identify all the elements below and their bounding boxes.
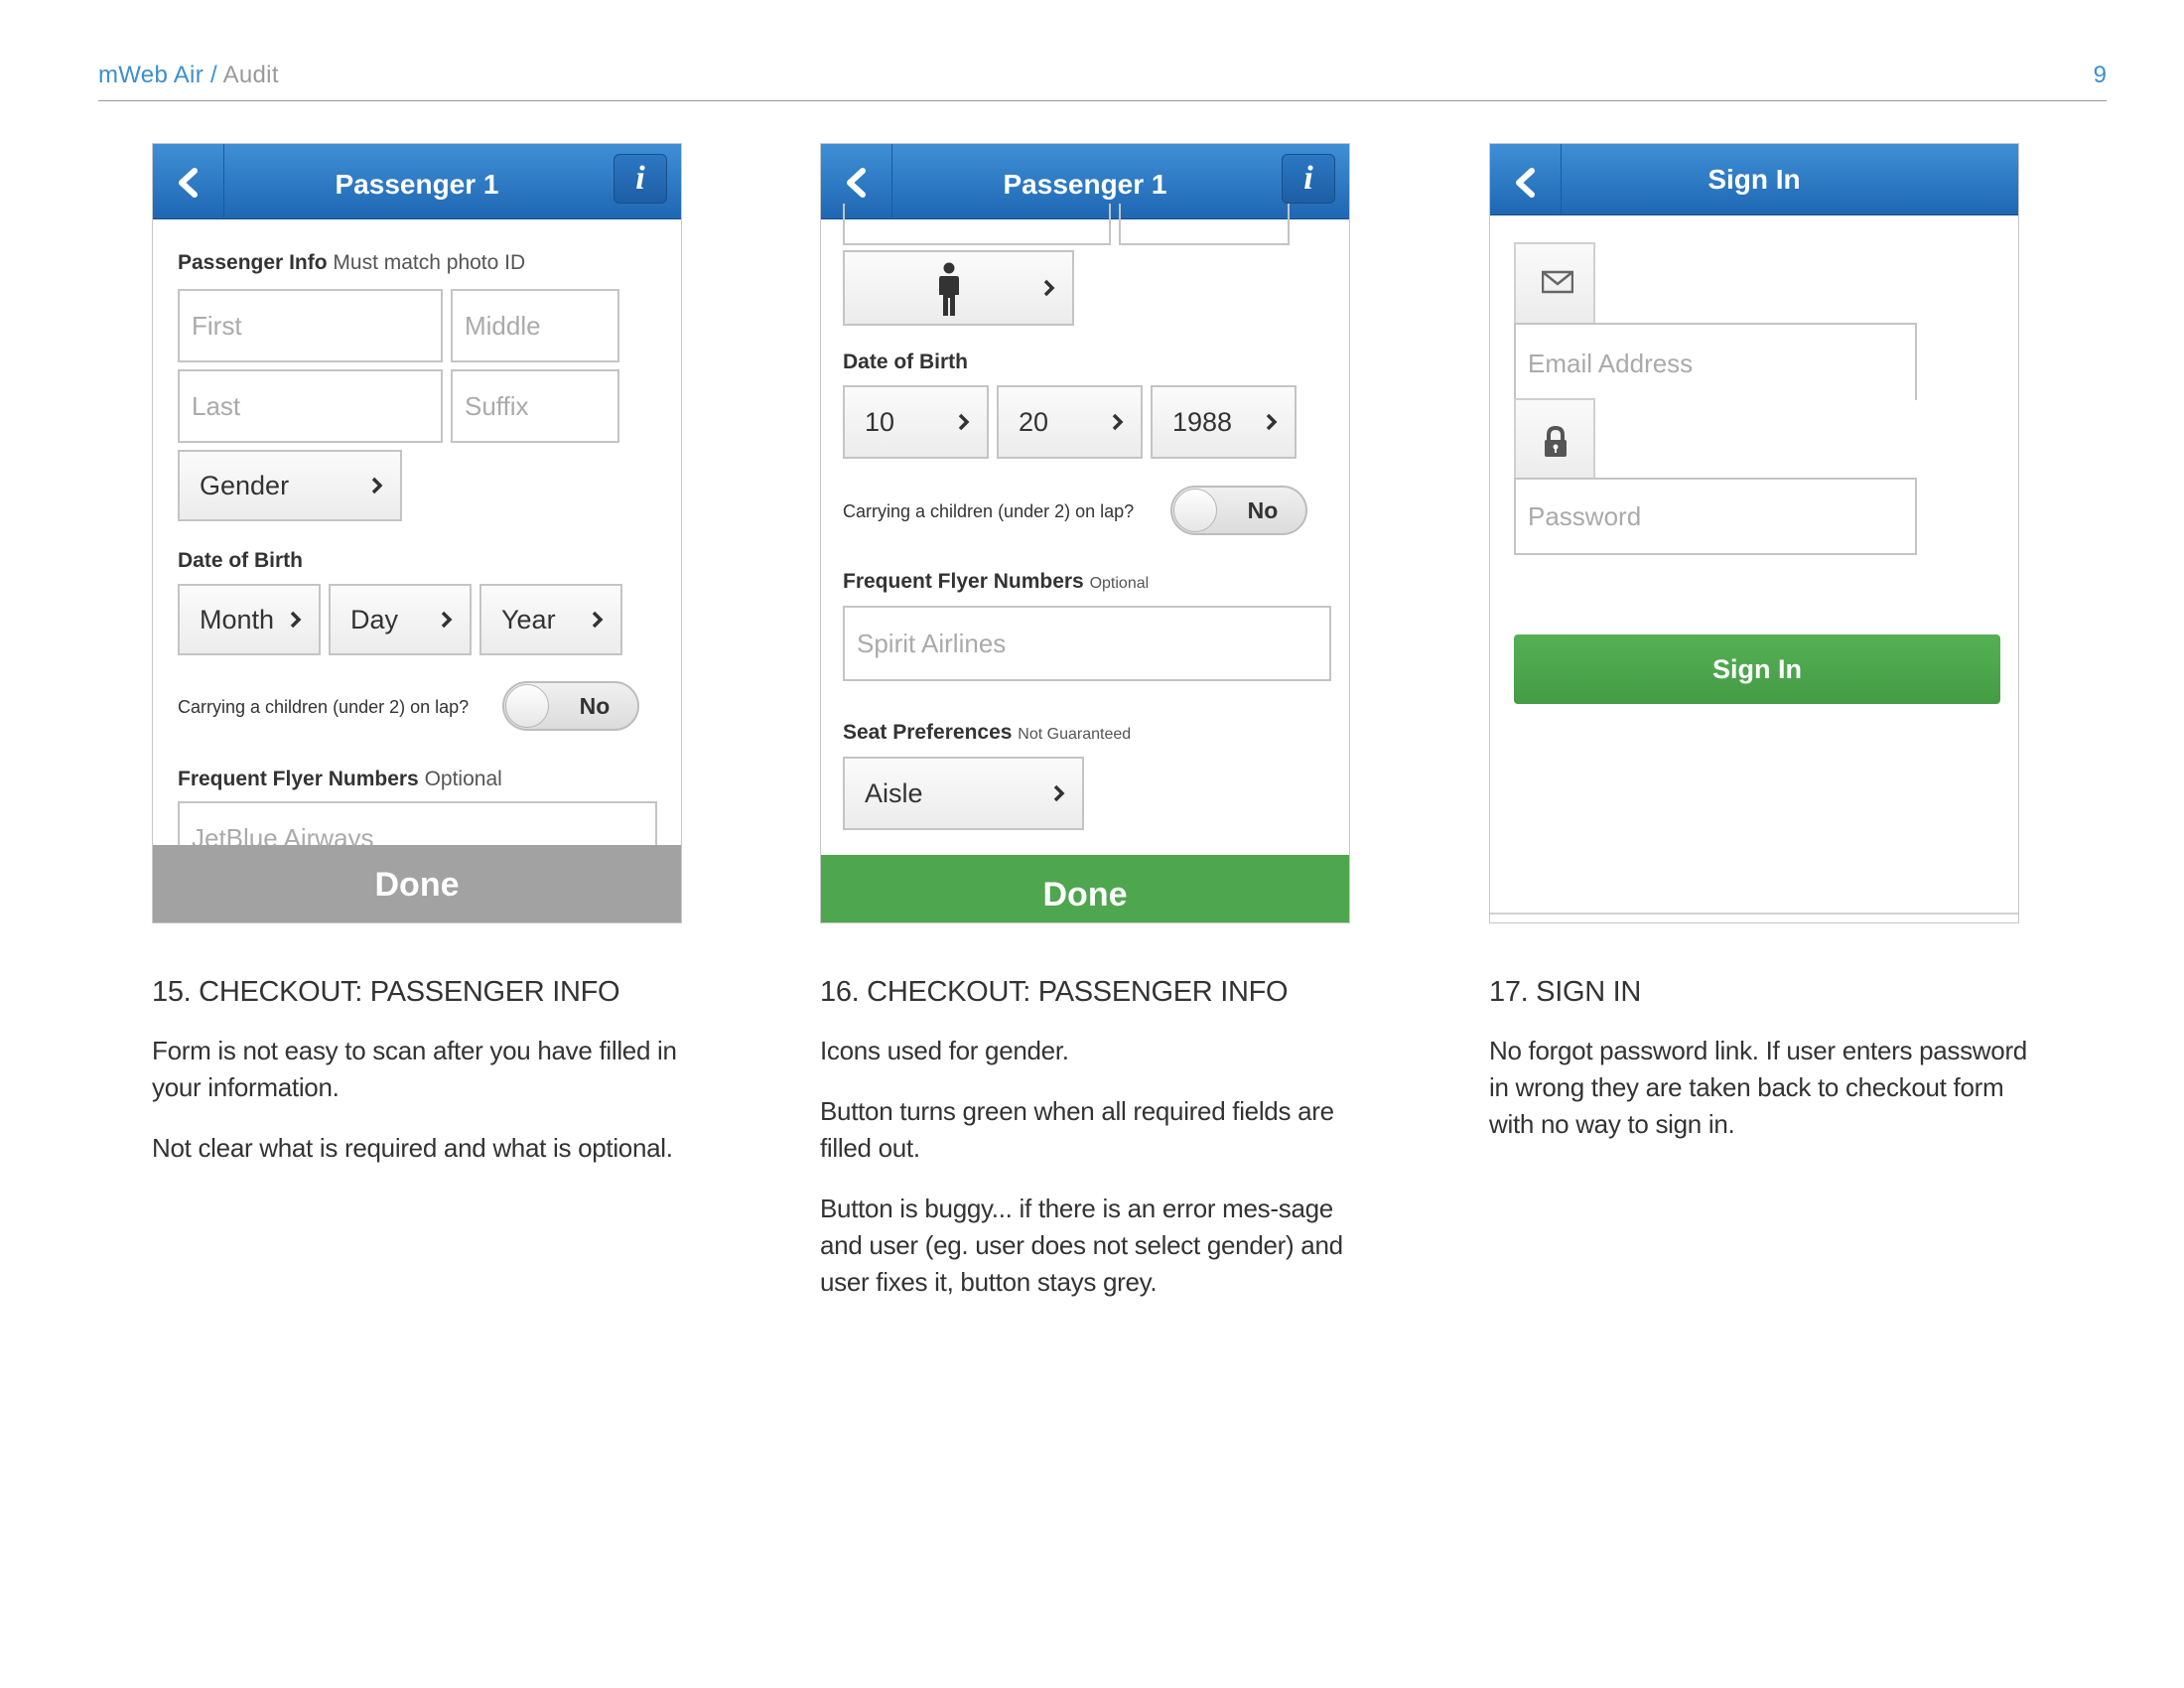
email-icon-box (1514, 242, 1595, 324)
brand-name: mWeb Air (98, 62, 204, 88)
password-icon-box (1514, 398, 1595, 480)
caption-paragraph: Button is buggy... if there is an error … (820, 1194, 1343, 1297)
chevron-right-icon (1053, 784, 1065, 802)
toggle-value: No (579, 693, 611, 719)
screenshot-passenger-info-empty: Passenger 1 i Passenger Info Must match … (152, 143, 682, 923)
caption-15: 15. CHECKOUT: PASSENGER INFO Form is not… (152, 976, 708, 1191)
info-button[interactable]: i (1282, 154, 1335, 204)
caption-heading: 15. CHECKOUT: PASSENGER INFO (152, 976, 620, 1008)
cropped-field (1119, 204, 1290, 245)
frequent-flyer-hint: Optional (1089, 575, 1150, 592)
day-select[interactable]: Day (329, 584, 472, 655)
back-button[interactable] (1490, 144, 1562, 215)
day-select-label: Day (350, 605, 399, 634)
year-select[interactable]: 1988 (1151, 385, 1297, 459)
chevron-right-icon (290, 611, 302, 629)
cropped-field (843, 204, 1111, 245)
chevron-left-icon (179, 168, 198, 198)
seat-preferences-title: Seat Preferences (843, 721, 1013, 744)
seat-preference-value: Aisle (865, 778, 923, 808)
caption-paragraph: Button turns green when all required fie… (820, 1096, 1334, 1163)
chevron-right-icon (371, 477, 383, 494)
chevron-right-icon (1112, 413, 1124, 431)
chevron-left-icon (847, 168, 866, 198)
frequent-flyer-label: Frequent Flyer Numbers Optional (843, 570, 1149, 594)
page-number: 9 (2093, 62, 2107, 88)
lock-icon (1545, 426, 1567, 457)
chevron-right-icon (958, 413, 970, 431)
caption-paragraph: Icons used for gender. (820, 1036, 1069, 1065)
month-select[interactable]: Month (178, 584, 321, 655)
caption-paragraph: Form is not easy to scan after you have … (152, 1036, 677, 1102)
chevron-left-icon (1516, 168, 1535, 198)
lap-child-question: Carrying a children (under 2) on lap? (178, 697, 470, 717)
screenshot-passenger-info-filled: Passenger 1 i Date of Birth 10 20 1988 C… (820, 143, 1350, 923)
done-button[interactable]: Done (153, 845, 681, 922)
month-select-label: 10 (865, 407, 895, 437)
passenger-info-title: Passenger Info (178, 251, 328, 274)
year-select-label: 1988 (1172, 407, 1233, 437)
caption-paragraph: Not clear what is required and what is o… (152, 1133, 673, 1163)
year-select-label: Year (501, 605, 556, 634)
document-title: mWeb Air / Audit (98, 62, 279, 89)
caption-16: 16. CHECKOUT: PASSENGER INFO Icons used … (820, 976, 1376, 1325)
toggle-value: No (1247, 497, 1279, 523)
day-select[interactable]: 20 (997, 385, 1143, 459)
bottom-divider (1490, 913, 2018, 914)
navigation-bar: Sign In (1490, 144, 2018, 215)
seat-preference-select[interactable]: Aisle (843, 757, 1084, 830)
screenshot-sign-in: Sign In Email Address Password Sign In (1489, 143, 2019, 923)
gender-select-label: Gender (200, 471, 290, 500)
caption-heading: 17. SIGN IN (1489, 976, 1642, 1008)
title-separator: / (203, 62, 223, 88)
frequent-flyer-field[interactable]: Spirit Airlines (843, 606, 1331, 681)
first-name-field[interactable]: First (178, 289, 443, 362)
caption-heading: 16. CHECKOUT: PASSENGER INFO (820, 976, 1289, 1008)
done-button[interactable]: Done (821, 855, 1349, 922)
seat-preferences-hint: Not Guaranteed (1018, 726, 1132, 743)
chevron-right-icon (441, 611, 453, 629)
caption-17: 17. SIGN IN No forgot password link. If … (1489, 976, 2045, 1167)
back-button[interactable] (153, 144, 224, 219)
day-select-label: 20 (1019, 407, 1049, 437)
gender-select[interactable]: Gender (178, 450, 402, 521)
passenger-info-label: Passenger Info Must match photo ID (178, 251, 525, 275)
navigation-bar: Passenger 1 i (153, 144, 681, 219)
chevron-right-icon (1043, 279, 1055, 297)
suffix-field[interactable]: Suffix (451, 369, 619, 443)
year-select[interactable]: Year (479, 584, 622, 655)
chevron-right-icon (1266, 413, 1278, 431)
person-icon (939, 262, 959, 316)
frequent-flyer-label: Frequent Flyer Numbers Optional (178, 768, 502, 791)
toggle-knob (505, 684, 549, 728)
dob-label: Date of Birth (843, 351, 968, 373)
lap-child-question: Carrying a children (under 2) on lap? (843, 501, 1135, 521)
frequent-flyer-hint: Optional (424, 768, 502, 790)
password-field[interactable]: Password (1514, 478, 1917, 555)
toggle-knob (1173, 489, 1217, 532)
frequent-flyer-title: Frequent Flyer Numbers (843, 570, 1084, 593)
month-select-label: Month (200, 605, 275, 634)
page-header: mWeb Air / Audit 9 (98, 62, 2107, 101)
gender-select[interactable] (843, 250, 1074, 326)
section-name: Audit (222, 62, 279, 88)
info-button[interactable]: i (614, 154, 667, 204)
chevron-right-icon (592, 611, 604, 629)
passenger-info-hint: Must match photo ID (333, 251, 526, 274)
middle-name-field[interactable]: Middle (451, 289, 619, 362)
sign-in-button[interactable]: Sign In (1514, 634, 2000, 704)
frequent-flyer-title: Frequent Flyer Numbers (178, 768, 419, 790)
lap-child-toggle[interactable]: No (502, 681, 639, 731)
screen-title: Sign In (1707, 164, 1801, 195)
lap-child-toggle[interactable]: No (1170, 486, 1307, 535)
screen-title: Passenger 1 (335, 169, 499, 200)
last-name-field[interactable]: Last (178, 369, 443, 443)
dob-label: Date of Birth (178, 549, 303, 572)
month-select[interactable]: 10 (843, 385, 989, 459)
email-field[interactable]: Email Address (1514, 323, 1917, 400)
seat-preferences-label: Seat Preferences Not Guaranteed (843, 721, 1131, 745)
caption-paragraph: No forgot password link. If user enters … (1489, 1036, 2027, 1139)
envelope-icon (1542, 270, 1573, 294)
